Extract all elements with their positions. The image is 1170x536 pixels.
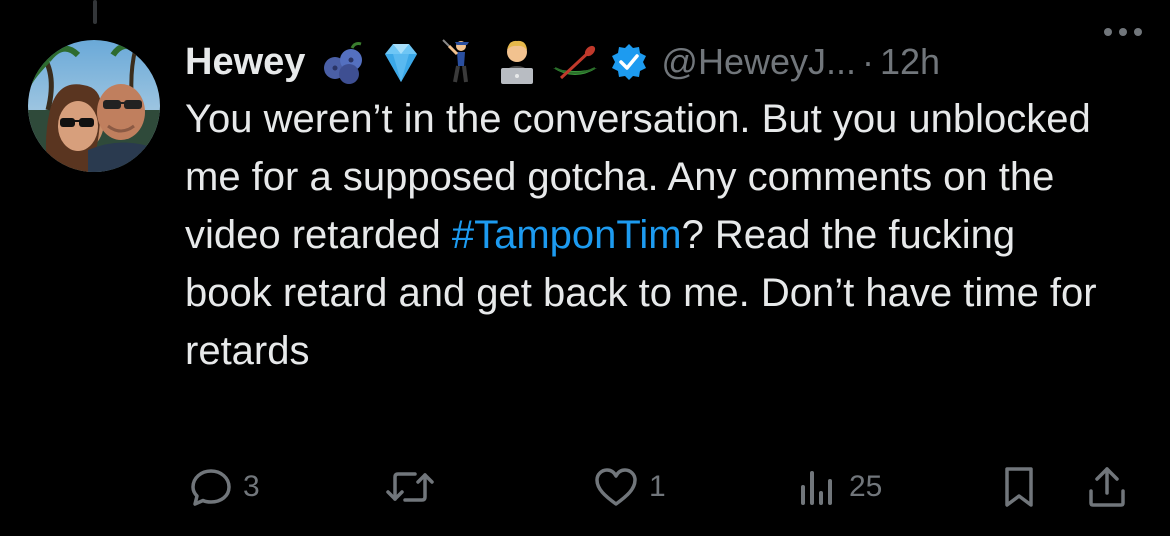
thread-line [93, 0, 97, 24]
share-button[interactable] [1085, 462, 1129, 512]
golfer-emoji [442, 39, 470, 83]
display-name[interactable]: Hewey [185, 41, 305, 84]
views-button[interactable]: 25 [795, 462, 882, 512]
bookmark-icon [1005, 467, 1033, 507]
blueberries-emoji [324, 42, 363, 84]
hashtag-link[interactable]: #TamponTim [452, 213, 682, 257]
user-handle[interactable]: @HeweyJ... [661, 41, 856, 83]
separator-dot: · [862, 41, 874, 82]
canoe-emoji [553, 45, 598, 80]
tweet-content: Hewey @HeweyJ... · 12h You weren’t in th… [185, 30, 1145, 380]
reply-button[interactable]: 3 [189, 462, 260, 512]
view-count: 25 [849, 470, 883, 503]
more-options-icon[interactable] [1100, 12, 1146, 52]
bookmark-button[interactable] [999, 462, 1039, 512]
avatar[interactable] [28, 40, 160, 172]
like-count: 1 [649, 470, 666, 503]
repost-icon [386, 472, 434, 502]
tweet-actions: 3 1 25 [185, 462, 1145, 512]
gem-emoji [385, 44, 418, 82]
timestamp[interactable]: 12h [880, 41, 940, 83]
heart-icon [595, 468, 637, 506]
share-icon [1089, 467, 1125, 507]
tweet-text: You weren’t in the conversation. But you… [185, 90, 1105, 380]
tweet-header: Hewey @HeweyJ... · 12h [185, 30, 1145, 94]
reply-icon [191, 469, 231, 506]
verified-badge-icon [612, 44, 647, 80]
technologist-emoji [501, 40, 534, 84]
repost-button[interactable] [385, 462, 445, 512]
like-button[interactable]: 1 [593, 462, 666, 512]
tweet[interactable]: Hewey @HeweyJ... · 12h You weren’t in th… [0, 0, 1170, 536]
reply-count: 3 [243, 470, 260, 503]
avatar-photo [28, 40, 160, 172]
views-chart-icon [801, 471, 832, 505]
